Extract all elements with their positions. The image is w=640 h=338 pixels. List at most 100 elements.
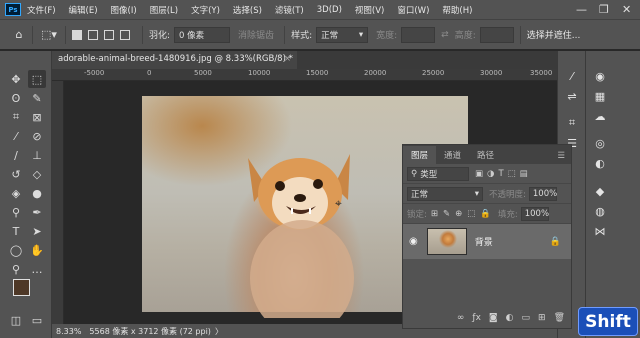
tab-channels[interactable]: 通道 [436, 146, 469, 164]
vertical-ruler [52, 81, 64, 324]
crop-tool-icon[interactable]: ⌗ [564, 115, 580, 131]
antialias-checkbox[interactable]: 消除锯齿 [238, 28, 274, 41]
marquee-icon[interactable]: ⬚ [28, 70, 46, 88]
tab-layers[interactable]: 图层 [403, 146, 437, 164]
fill-input[interactable]: 100% [520, 206, 549, 221]
layer-filter-select[interactable]: ⚲ 类型 [407, 166, 469, 181]
layer-lock-icon: 🔒 [549, 236, 561, 247]
more-icon[interactable]: … [28, 260, 46, 278]
visibility-eye-icon[interactable]: ◉ [409, 236, 418, 247]
brush-icon[interactable]: ∕ [7, 146, 25, 164]
close-button[interactable]: ✕ [622, 3, 631, 16]
menu-image[interactable]: 图像(I) [111, 4, 137, 16]
tab-paths[interactable]: 路径 [469, 146, 502, 164]
height-input[interactable] [479, 26, 514, 43]
width-input[interactable] [401, 26, 436, 43]
layer-filter-icons[interactable]: ▣◑T⬚▤ [475, 169, 532, 179]
zoom-icon[interactable]: ⚲ [7, 260, 25, 278]
paths-icon[interactable]: ⋈ [592, 223, 608, 239]
screen-mode-icon[interactable]: ▭ [28, 311, 46, 329]
status-arrow-icon[interactable]: 〉 [215, 326, 223, 337]
document-tab[interactable]: adorable-animal-breed-1480916.jpg @ 8.33… [52, 51, 297, 69]
home-icon[interactable]: ⌂ [12, 28, 26, 42]
menu-view[interactable]: 视图(V) [355, 4, 384, 16]
document-tabs: adorable-animal-breed-1480916.jpg @ 8.33… [52, 51, 557, 69]
history-brush-icon[interactable]: ↺ [7, 165, 25, 183]
blur-icon[interactable]: ● [28, 184, 46, 202]
quick-mask-icon[interactable]: ◫ [7, 311, 25, 329]
menu-type[interactable]: 文字(Y) [191, 4, 220, 16]
dodge-icon[interactable]: ⚲ [7, 203, 25, 221]
blend-mode-select[interactable]: 正常 ▾ [407, 186, 483, 201]
ruler-label: 35000 [530, 69, 553, 77]
adjustment-layer-icon[interactable]: ◐ [506, 313, 514, 323]
opacity-label: 不透明度: [489, 189, 526, 200]
clone-stamp-icon[interactable]: ⊥ [28, 146, 46, 164]
feather-input[interactable]: 0 像素 [174, 26, 231, 43]
zoom-level[interactable]: 8.33% [56, 327, 81, 336]
feather-label: 羽化: [149, 31, 171, 41]
layers-panel-tabs: 图层 通道 路径 ☰ [403, 145, 571, 164]
type-icon[interactable]: T [7, 222, 25, 240]
restore-button[interactable]: ❐ [599, 3, 609, 16]
document-tab-title: adorable-animal-breed-1480916.jpg @ 8.33… [58, 54, 293, 64]
learn-icon[interactable]: ◎ [592, 135, 608, 151]
select-and-mask-button[interactable]: 选择并遮住... [527, 28, 581, 41]
new-layer-icon[interactable]: ⊞ [538, 313, 546, 323]
intersect-selection-icon[interactable] [120, 29, 130, 40]
rectangle-icon[interactable]: ◯ [7, 241, 25, 259]
opacity-input[interactable]: 100% [528, 186, 557, 201]
layers-panel-footer: ∞ ƒx ◙ ◐ ▭ ⊞ 🗑 [403, 308, 571, 328]
menu-edit[interactable]: 编辑(E) [69, 4, 98, 16]
quick-select-icon[interactable]: ✎ [28, 89, 46, 107]
delete-layer-icon[interactable]: 🗑 [554, 313, 565, 323]
path-select-icon[interactable]: ➤ [28, 222, 46, 240]
libraries-icon[interactable]: ☁ [592, 108, 608, 124]
hand-icon[interactable]: ✋ [28, 241, 46, 259]
healing-brush-icon[interactable]: ⊘ [28, 127, 46, 145]
channels-icon[interactable]: ◍ [592, 203, 608, 219]
new-group-icon[interactable]: ▭ [522, 313, 531, 323]
style-select[interactable]: 正常 ▾ [316, 26, 369, 43]
add-mask-icon[interactable]: ◙ [489, 313, 498, 323]
menu-bar: Ps 文件(F) 编辑(E) 图像(I) 图层(L) 文字(Y) 选择(S) 滤… [0, 0, 640, 19]
swatches-icon[interactable]: ▦ [592, 88, 608, 104]
menu-select[interactable]: 选择(S) [233, 4, 262, 16]
layer-style-icon[interactable]: ƒx [472, 313, 481, 323]
eyedropper-icon[interactable]: ⁄ [7, 127, 25, 145]
lock-icons[interactable]: ⊞✎⊕⬚🔒 [431, 209, 496, 219]
add-selection-icon[interactable] [88, 29, 98, 40]
layer-row-background[interactable]: ◉ 背景 🔒 [403, 224, 571, 259]
close-tab-icon[interactable]: × [284, 54, 291, 64]
new-selection-icon[interactable] [72, 29, 82, 40]
menu-3d[interactable]: 3D(D) [317, 5, 342, 15]
pen-icon[interactable]: ✒ [28, 203, 46, 221]
menu-file[interactable]: 文件(F) [27, 4, 56, 16]
minimize-button[interactable]: — [576, 3, 587, 16]
subtract-selection-icon[interactable] [104, 29, 114, 40]
color-icon[interactable]: ◉ [592, 68, 608, 84]
menu-window[interactable]: 窗口(W) [397, 4, 429, 16]
eraser-icon[interactable]: ◇ [28, 165, 46, 183]
menu-layer[interactable]: 图层(L) [150, 4, 178, 16]
link-layers-icon[interactable]: ∞ [457, 313, 465, 323]
adjustments-sliders-icon[interactable]: ⇌ [564, 88, 580, 104]
swap-icon[interactable]: ⇄ [441, 30, 449, 40]
menu-filter[interactable]: 滤镜(T) [275, 4, 304, 16]
lasso-icon[interactable]: ʘ [7, 89, 25, 107]
menu-help[interactable]: 帮助(H) [442, 4, 472, 16]
paint-bucket-icon[interactable]: ◈ [7, 184, 25, 202]
ruler-label: 0 [147, 69, 152, 77]
search-icon: ⚲ [411, 168, 418, 179]
crop-icon[interactable]: ⌗ [7, 108, 25, 126]
marquee-preset-icon[interactable]: ⬚▾ [39, 28, 59, 42]
ruler-label: 15000 [306, 69, 329, 77]
frame-icon[interactable]: ⊠ [28, 108, 46, 126]
move-icon[interactable]: ✥ [7, 70, 25, 88]
brush-settings-icon[interactable]: ⁄ [564, 68, 580, 84]
panel-menu-icon[interactable]: ☰ [551, 148, 571, 164]
adjustments-icon[interactable]: ◐ [592, 155, 608, 171]
foreground-color-swatch[interactable] [13, 279, 30, 296]
panel-dock-main: ◉ ▦ ☁ ◎ ◐ ◆ ◍ ⋈ [585, 51, 640, 338]
layers-icon[interactable]: ◆ [592, 183, 608, 199]
